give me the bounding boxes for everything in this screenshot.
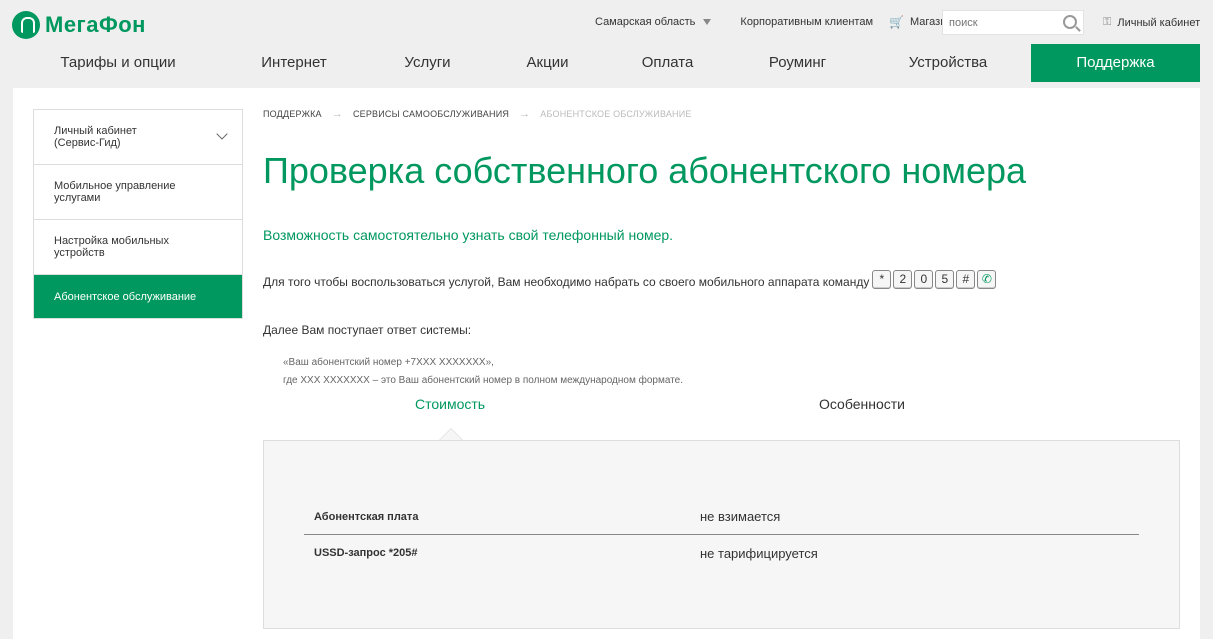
cabinet-label: Личный кабинет <box>1117 16 1201 29</box>
top-bar: МегаФон Самарская область Корпоративным … <box>0 0 1213 44</box>
tab-cost[interactable]: Стоимость <box>415 396 485 412</box>
top-links: Самарская область Корпоративным клиентам… <box>595 10 952 34</box>
price-value: не тарифицируется <box>700 545 818 561</box>
nav-support[interactable]: Поддержка <box>1031 44 1200 82</box>
table-row: Абонентская плата не взимается <box>304 499 1139 535</box>
region-label: Самарская область <box>595 16 696 28</box>
nav-payment[interactable]: Оплата <box>605 44 730 82</box>
search-input[interactable] <box>943 11 1053 34</box>
logo-icon <box>12 11 40 39</box>
ussd-keys: * 2 0 5 # ✆ <box>872 270 998 289</box>
sidebar-item-device-setup[interactable]: Настройка мобильных устройств <box>34 220 242 275</box>
arrow-right-icon: → <box>331 108 343 120</box>
page-subtitle: Возможность самостоятельно узнать свой т… <box>263 227 674 243</box>
megafon-logo[interactable]: МегаФон <box>12 11 146 39</box>
chevron-down-icon[interactable] <box>216 128 228 140</box>
price-name: Абонентская плата <box>314 510 419 523</box>
arrow-right-icon: → <box>519 108 531 120</box>
search-icon[interactable] <box>1063 15 1077 29</box>
page-title: Проверка собственного абонентского номер… <box>263 150 1027 191</box>
sidebar-item-cabinet[interactable]: Личный кабинет (Сервис-Гид) <box>34 110 242 165</box>
sidebar-item-label: Настройка мобильных устройств <box>54 235 169 259</box>
call-icon: ✆ <box>977 270 997 289</box>
price-name: USSD-запрос *205# <box>314 547 418 559</box>
logo-text: МегаФон <box>45 12 146 37</box>
sidebar-item-label: Абонентское обслуживание <box>54 290 197 303</box>
breadcrumb: ПОДДЕРЖКА → СЕРВИСЫ САМООБСЛУЖИВАНИЯ → А… <box>263 108 692 120</box>
main-nav: Тарифы и опции Интернет Услуги Акции Опл… <box>13 44 1200 82</box>
key-2: 2 <box>893 270 913 289</box>
tab-content: Абонентская плата не взимается USSD-запр… <box>263 428 1180 629</box>
key-star: * <box>872 270 892 289</box>
reply-label: Далее Вам поступает ответ системы: <box>263 323 472 337</box>
key-0: 0 <box>914 270 934 289</box>
price-table: Абонентская плата не взимается USSD-запр… <box>304 499 1139 571</box>
breadcrumb-current: АБОНЕНТСКОЕ ОБСЛУЖИВАНИЕ <box>540 109 692 119</box>
breadcrumb-support[interactable]: ПОДДЕРЖКА <box>263 109 322 119</box>
cart-icon: 🛒 <box>889 15 904 29</box>
corporate-link[interactable]: Корпоративным клиентам <box>740 16 873 28</box>
caret-down-icon <box>703 19 712 25</box>
breadcrumb-self-service[interactable]: СЕРВИСЫ САМООБСЛУЖИВАНИЯ <box>353 109 509 119</box>
table-row: USSD-запрос *205# не тарифицируется <box>304 535 1139 571</box>
sidebar-item-mobile-management[interactable]: Мобильное управление услугами <box>34 165 242 220</box>
reply-line: «Ваш абонентский номер +7ХХХ ХХХХХХХ», <box>283 357 494 368</box>
key-icon: ⚿ <box>1103 16 1112 28</box>
sidebar-item-subscriber-service[interactable]: Абонентское обслуживание <box>34 275 242 318</box>
content-panel: Личный кабинет (Сервис-Гид) Мобильное уп… <box>13 88 1200 639</box>
instruction-text: Для того чтобы воспользоваться услугой, … <box>263 275 870 289</box>
tab-features[interactable]: Особенности <box>819 396 905 412</box>
sidebar-item-label: Мобильное управление услугами <box>54 180 176 204</box>
nav-services[interactable]: Услуги <box>365 44 490 82</box>
cabinet-link[interactable]: ⚿ Личный кабинет <box>1103 16 1200 29</box>
price-value: не взимается <box>700 509 781 524</box>
search-box <box>942 10 1084 35</box>
nav-tariffs[interactable]: Тарифы и опции <box>13 44 223 82</box>
key-hash: # <box>956 270 976 289</box>
key-5: 5 <box>935 270 955 289</box>
instruction: Для того чтобы воспользоваться услугой, … <box>263 270 998 289</box>
reply-line: где ХХХ ХХХХХХХ – это Ваш абонентский но… <box>283 375 684 386</box>
tab-pointer <box>439 428 463 440</box>
system-reply: «Ваш абонентский номер +7ХХХ ХХХХХХХ», г… <box>283 354 683 390</box>
nav-devices[interactable]: Устройства <box>865 44 1031 82</box>
region-selector[interactable]: Самарская область <box>595 16 712 28</box>
sidebar-item-label: Личный кабинет (Сервис-Гид) <box>54 125 137 149</box>
tabs: Стоимость Особенности <box>263 396 1180 420</box>
nav-promotions[interactable]: Акции <box>490 44 605 82</box>
nav-roaming[interactable]: Роуминг <box>730 44 865 82</box>
nav-internet[interactable]: Интернет <box>223 44 365 82</box>
sidebar: Личный кабинет (Сервис-Гид) Мобильное уп… <box>33 109 243 319</box>
